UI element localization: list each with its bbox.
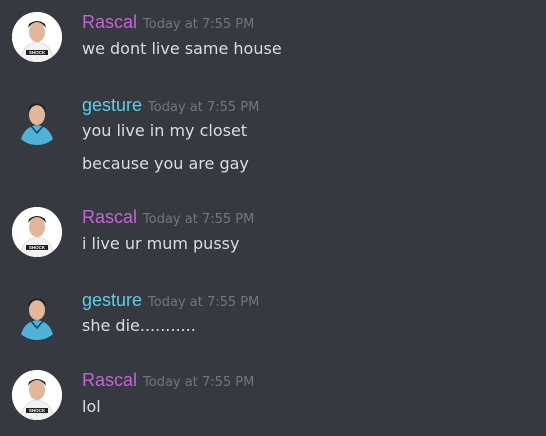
username-rascal[interactable]: Rascal: [82, 370, 137, 390]
message-header: Rascal Today at 7:55 PM: [82, 370, 254, 392]
message-text: because you are gay: [82, 154, 249, 173]
rascal-avatar[interactable]: SHOCK: [12, 207, 62, 257]
player-avatar-fuel-icon: [12, 95, 62, 145]
message-header: gesture Today at 7:55 PM: [82, 95, 259, 117]
rascal-avatar[interactable]: SHOCK: [12, 12, 62, 62]
message-text: lol: [82, 397, 101, 416]
gesture-avatar[interactable]: [12, 95, 62, 145]
message-timestamp: Today at 7:55 PM: [143, 375, 255, 390]
username-rascal[interactable]: Rascal: [82, 207, 137, 227]
avatar-brand-text: SHOCK: [29, 245, 46, 250]
chat-messages: SHOCK Rascal Today at 7:55 PM we dont liv…: [0, 0, 546, 436]
message-text: you live in my closet: [82, 121, 248, 140]
message-timestamp: Today at 7:55 PM: [143, 212, 255, 227]
message-text: we dont live same house: [82, 39, 282, 58]
player-avatar-fuel-icon: [12, 290, 62, 340]
rascal-avatar[interactable]: SHOCK: [12, 370, 62, 420]
player-avatar-shock-icon: SHOCK: [12, 370, 62, 420]
player-avatar-shock-icon: SHOCK: [12, 207, 62, 257]
message-timestamp: Today at 7:55 PM: [148, 100, 260, 115]
message-text: i live ur mum pussy: [82, 234, 240, 253]
message-header: Rascal Today at 7:55 PM: [82, 207, 254, 229]
player-avatar-shock-icon: SHOCK: [12, 12, 62, 62]
username-gesture[interactable]: gesture: [82, 95, 142, 115]
username-rascal[interactable]: Rascal: [82, 12, 137, 32]
message-header: gesture Today at 7:55 PM: [82, 290, 259, 312]
avatar-brand-text: SHOCK: [29, 408, 46, 413]
message-timestamp: Today at 7:55 PM: [148, 295, 260, 310]
username-gesture[interactable]: gesture: [82, 290, 142, 310]
message-header: Rascal Today at 7:55 PM: [82, 12, 254, 34]
avatar-brand-text: SHOCK: [29, 50, 46, 55]
message-text: she die...........: [82, 316, 196, 335]
gesture-avatar[interactable]: [12, 290, 62, 340]
message-timestamp: Today at 7:55 PM: [143, 17, 255, 32]
